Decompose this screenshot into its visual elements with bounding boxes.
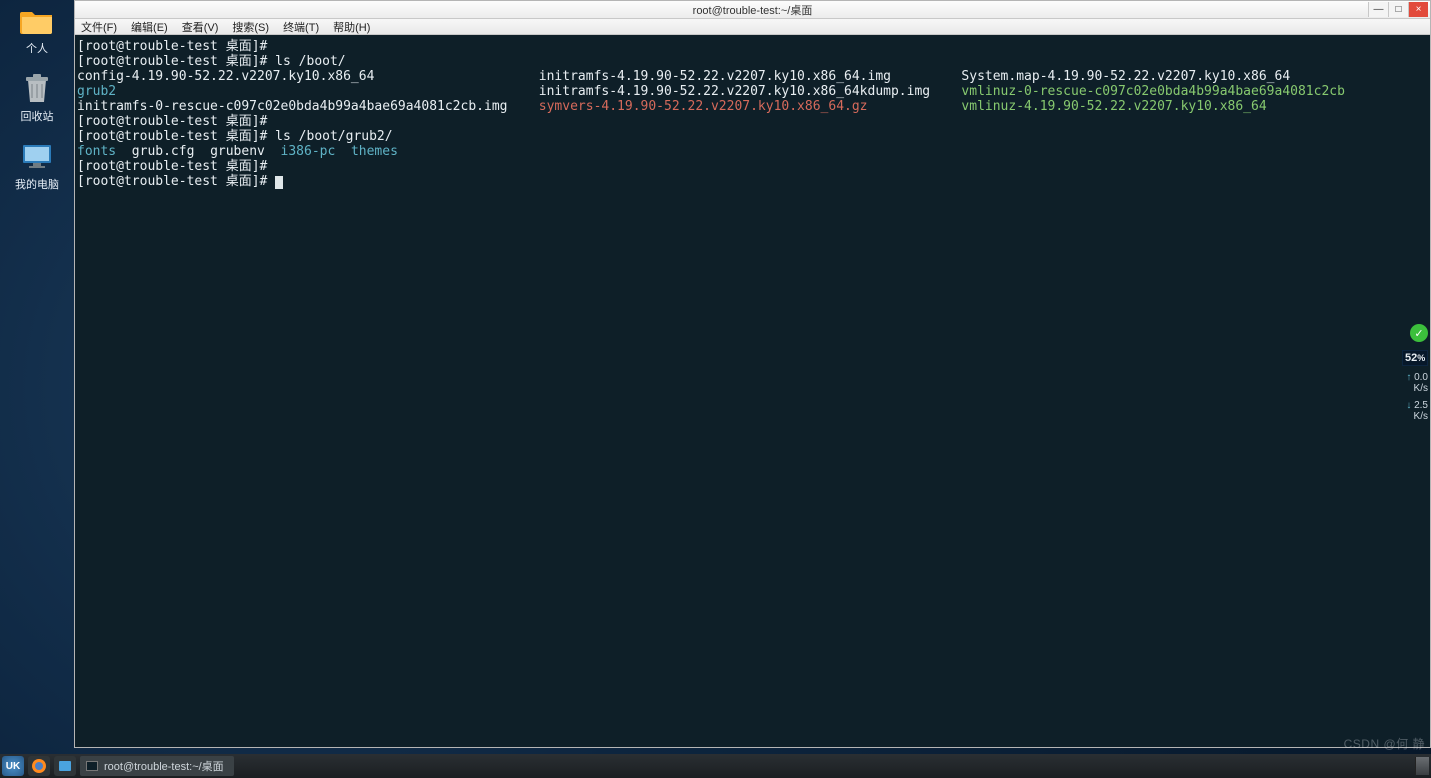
terminal-body[interactable]: [root@trouble-test 桌面]#[root@trouble-tes… xyxy=(75,35,1430,747)
window-titlebar[interactable]: root@trouble-test:~/桌面 — □ × xyxy=(75,1,1430,19)
net-download: ↓ 2.5K/s xyxy=(1402,400,1428,422)
desktop-icon-label: 个人 xyxy=(26,40,48,56)
menu-terminal[interactable]: 终端(T) xyxy=(283,19,319,35)
net-upload: ↑ 0.0K/s xyxy=(1402,372,1428,394)
window-buttons: — □ × xyxy=(1368,2,1428,17)
terminal-window: root@trouble-test:~/桌面 — □ × 文件(F) 编辑(E)… xyxy=(74,0,1431,748)
terminal-line: config-4.19.90-52.22.v2207.ky10.x86_64 i… xyxy=(77,69,1428,84)
terminal-line: fonts grub.cfg grubenv i386-pc themes xyxy=(77,144,1428,159)
window-close-button[interactable]: × xyxy=(1408,2,1428,17)
taskbar-start-button[interactable]: UK xyxy=(2,756,24,776)
menu-file[interactable]: 文件(F) xyxy=(81,19,117,35)
desktop-icons: 个人 回收站 我的电脑 xyxy=(0,0,74,210)
terminal-line: [root@trouble-test 桌面]# xyxy=(77,159,1428,174)
shield-icon[interactable]: ✓ xyxy=(1410,324,1428,342)
cpu-percent: 52% xyxy=(1402,350,1428,366)
right-overlay: ✓ 52% ↑ 0.0K/s ↓ 2.5K/s xyxy=(1402,324,1428,422)
terminal-line: initramfs-0-rescue-c097c02e0bda4b99a4bae… xyxy=(77,99,1428,114)
window-maximize-button[interactable]: □ xyxy=(1388,2,1408,17)
taskbar-app-files[interactable] xyxy=(54,756,76,776)
window-title: root@trouble-test:~/桌面 xyxy=(693,2,813,18)
terminal-line: [root@trouble-test 桌面]# ls /boot/ xyxy=(77,54,1428,69)
terminal-icon xyxy=(86,761,98,771)
computer-icon xyxy=(20,142,54,172)
terminal-line: grub2 initramfs-4.19.90-52.22.v2207.ky10… xyxy=(77,84,1428,99)
taskbar-app-firefox[interactable] xyxy=(28,756,50,776)
menu-search[interactable]: 搜索(S) xyxy=(232,19,269,35)
taskbar-show-desktop[interactable] xyxy=(1415,757,1429,775)
terminal-line: [root@trouble-test 桌面]# xyxy=(77,39,1428,54)
folder-icon xyxy=(20,6,54,36)
trash-icon xyxy=(20,74,54,104)
desktop-icon-label: 我的电脑 xyxy=(15,176,59,192)
taskbar-task-label: root@trouble-test:~/桌面 xyxy=(104,758,224,774)
terminal-line: [root@trouble-test 桌面]# xyxy=(77,174,1428,189)
terminal-cursor xyxy=(275,176,283,189)
terminal-line: [root@trouble-test 桌面]# xyxy=(77,114,1428,129)
desktop-icon-label: 回收站 xyxy=(21,108,54,124)
menu-help[interactable]: 帮助(H) xyxy=(333,19,370,35)
taskbar: UK root@trouble-test:~/桌面 xyxy=(0,754,1431,778)
taskbar-task-terminal[interactable]: root@trouble-test:~/桌面 xyxy=(80,756,234,776)
window-menubar: 文件(F) 编辑(E) 查看(V) 搜索(S) 终端(T) 帮助(H) xyxy=(75,19,1430,35)
menu-edit[interactable]: 编辑(E) xyxy=(131,19,168,35)
window-minimize-button[interactable]: — xyxy=(1368,2,1388,17)
terminal-line: [root@trouble-test 桌面]# ls /boot/grub2/ xyxy=(77,129,1428,144)
menu-view[interactable]: 查看(V) xyxy=(182,19,219,35)
desktop-icon-personal[interactable]: 个人 xyxy=(0,6,74,56)
desktop-icon-trash[interactable]: 回收站 xyxy=(0,74,74,124)
desktop-icon-computer[interactable]: 我的电脑 xyxy=(0,142,74,192)
